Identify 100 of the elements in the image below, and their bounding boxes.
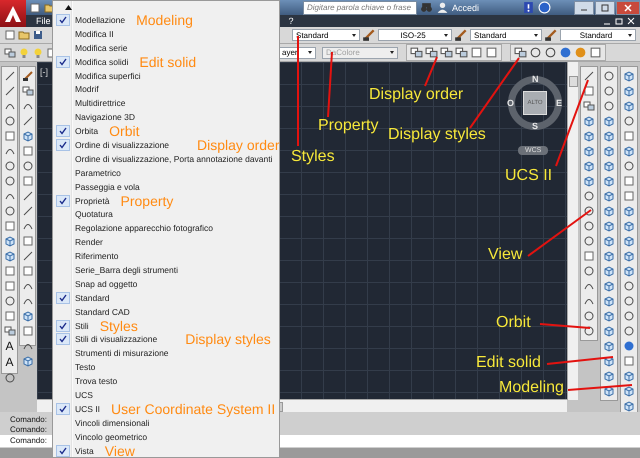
sphere-icon[interactable] [559,46,572,59]
sheet-icon[interactable] [4,280,16,292]
cube-icon[interactable] [623,250,635,262]
circle-icon[interactable] [583,220,595,232]
cube-icon[interactable] [22,355,34,367]
text-tool[interactable]: A [5,356,14,369]
sheet-icon[interactable] [623,130,635,142]
cube-icon[interactable] [623,385,635,397]
cube-icon[interactable] [603,325,615,337]
cube-icon[interactable] [603,190,615,202]
circle-icon[interactable] [623,325,635,337]
sheet-icon[interactable] [4,220,16,232]
sheet-icon[interactable] [623,175,635,187]
circle-icon[interactable] [4,372,16,384]
menu-item[interactable]: Navigazione 3D [75,112,136,122]
cube-icon[interactable] [4,235,16,247]
menu-item[interactable]: Serie_Barra degli strumenti [75,264,178,275]
vertical-scrollbar[interactable] [567,62,578,400]
layers-icon[interactable] [425,46,438,59]
menu-item[interactable]: Render [75,237,103,248]
circle-icon[interactable] [603,100,615,112]
cube-icon[interactable] [22,130,34,142]
sheet-icon[interactable] [4,130,16,142]
circle-icon[interactable] [22,160,34,172]
circle-icon[interactable] [623,280,635,292]
cube-icon[interactable] [603,370,615,382]
layers-icon[interactable] [455,46,468,59]
circle-icon[interactable] [583,235,595,247]
sheet-icon[interactable] [29,2,41,14]
cube-icon[interactable] [623,205,635,217]
brush-icon[interactable] [544,28,558,42]
cube-icon[interactable] [623,70,635,82]
menu-item[interactable]: Standard [75,292,110,303]
sheet-icon[interactable] [22,265,34,277]
cube-icon[interactable] [623,220,635,232]
circle-icon[interactable] [623,115,635,127]
sheet-icon[interactable] [22,175,34,187]
line-icon[interactable] [22,190,34,202]
cube-icon[interactable] [603,115,615,127]
sheet-icon[interactable] [22,325,34,337]
style-dropdown[interactable]: Standard [560,29,636,41]
cube-icon[interactable] [603,205,615,217]
sheet-icon[interactable] [470,46,483,59]
menu-item[interactable]: Testo [75,362,96,372]
circle-icon[interactable] [4,295,16,307]
cube-icon[interactable] [603,130,615,142]
cube-icon[interactable] [603,340,615,352]
circle-icon[interactable] [583,205,595,217]
line-icon[interactable] [4,70,16,82]
cube-icon[interactable] [4,250,16,262]
sheet-icon[interactable] [4,310,16,322]
menu-item[interactable]: Vincolo geometrico [75,432,148,442]
menu-item[interactable]: Riferimento [75,251,118,262]
maximize-button[interactable] [595,0,615,14]
sheet-icon[interactable] [22,145,34,157]
menu-item[interactable]: Trova testo [75,376,118,386]
menu-item[interactable]: Modellazione [75,14,126,25]
menu-item[interactable]: Quotatura [75,209,113,220]
cube-icon[interactable] [603,310,615,322]
layers-icon[interactable] [514,46,527,59]
menu-item[interactable]: Orbita [75,126,98,136]
layers-icon[interactable] [583,100,595,112]
close-button[interactable] [616,0,640,14]
circle-icon[interactable] [4,160,16,172]
cube-icon[interactable] [603,145,615,157]
sheet-icon[interactable] [583,250,595,262]
menu-item[interactable]: Strumenti di misurazione [75,348,169,358]
sheet-icon[interactable] [4,29,16,41]
menu-item[interactable]: Stili di visualizzazione [75,334,158,344]
info-icon[interactable] [522,1,535,14]
cube-icon[interactable] [623,370,635,382]
cube-icon[interactable] [603,250,615,262]
menu-item[interactable]: Modifica serie [75,42,128,53]
style-dropdown[interactable]: ISO-25 [378,29,452,41]
style-dropdown[interactable]: Standard [470,29,542,41]
circle-icon[interactable] [623,310,635,322]
cube-icon[interactable] [603,235,615,247]
user-icon[interactable] [436,1,449,14]
sheet-icon[interactable] [589,46,602,59]
menu-item[interactable]: UCS [75,390,93,400]
layers-icon[interactable] [440,46,453,59]
circle-icon[interactable] [623,295,635,307]
circle-icon[interactable] [583,190,595,202]
cube-icon[interactable] [623,100,635,112]
cube-icon[interactable] [583,160,595,172]
document-window-controls-icon[interactable] [602,16,636,26]
cube-icon[interactable] [583,145,595,157]
sheet-icon[interactable] [485,46,498,59]
menu-item[interactable]: Standard CAD [75,306,130,317]
circle-icon[interactable] [603,85,615,97]
cube-icon[interactable] [583,115,595,127]
viewport-label[interactable]: [-] [40,67,48,77]
layers-icon[interactable] [4,325,16,337]
menu-item[interactable]: Stili [75,320,89,331]
menu-item[interactable]: Modifica superfici [75,70,141,80]
circle-icon[interactable] [529,46,542,59]
brush-icon[interactable] [454,28,468,42]
circle-icon[interactable] [583,325,595,337]
cube-icon[interactable] [583,175,595,187]
cube-icon[interactable] [623,265,635,277]
